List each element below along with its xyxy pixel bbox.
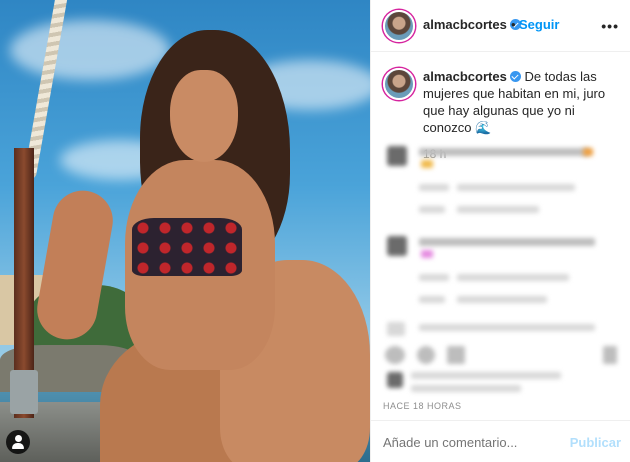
pole-clamp — [10, 370, 38, 414]
avatar[interactable] — [383, 68, 415, 100]
comment-line — [419, 324, 595, 331]
more-options-icon[interactable]: ••• — [601, 18, 619, 34]
action-icons — [603, 346, 617, 364]
comment-avatar — [387, 372, 403, 388]
comment-line — [419, 206, 445, 213]
avatar[interactable] — [383, 10, 415, 42]
username-link[interactable]: almacbcortes — [423, 17, 521, 32]
person-face — [170, 70, 238, 162]
comment-line — [457, 274, 569, 281]
comment-line — [419, 148, 589, 156]
post-timestamp[interactable]: HACE 18 HORAS — [383, 401, 462, 411]
post-photo[interactable] — [0, 0, 370, 462]
post-sidebar: almacbcortes • Seguir ••• almacbcortes D… — [370, 0, 630, 462]
comment-line — [419, 184, 449, 191]
post-header: almacbcortes • Seguir ••• — [371, 0, 630, 52]
person — [32, 30, 370, 462]
comment-avatar — [387, 146, 407, 166]
caption-username[interactable]: almacbcortes — [423, 69, 507, 84]
comment-line — [421, 250, 433, 258]
comment-bar: Publicar — [371, 420, 630, 462]
caption-text: almacbcortes De todas las mujeres que ha… — [423, 68, 619, 136]
comment-input[interactable] — [383, 435, 563, 450]
comment-line — [421, 160, 433, 168]
caption: almacbcortes De todas las mujeres que ha… — [371, 52, 630, 161]
publish-button[interactable]: Publicar — [570, 435, 621, 450]
comment-line — [419, 274, 449, 281]
comment-line — [583, 148, 593, 156]
comment-line — [419, 238, 595, 246]
action-icons — [385, 346, 405, 364]
comment-line — [419, 296, 445, 303]
comment-line — [457, 296, 547, 303]
person-arm — [32, 185, 118, 345]
tag-user-icon[interactable] — [6, 430, 30, 454]
follow-button[interactable]: Seguir — [519, 17, 559, 32]
comment-line — [411, 385, 521, 392]
separator-dot: • — [511, 17, 516, 32]
comment-line — [457, 184, 575, 191]
comment-line — [457, 206, 539, 213]
person-bikini — [132, 218, 242, 276]
action-icons — [447, 346, 465, 364]
comment-line — [411, 372, 561, 379]
action-icons — [417, 346, 435, 364]
comment-line — [387, 322, 405, 336]
username[interactable]: almacbcortes — [423, 17, 507, 32]
comment-avatar — [387, 236, 407, 256]
verified-badge-icon — [509, 71, 521, 82]
